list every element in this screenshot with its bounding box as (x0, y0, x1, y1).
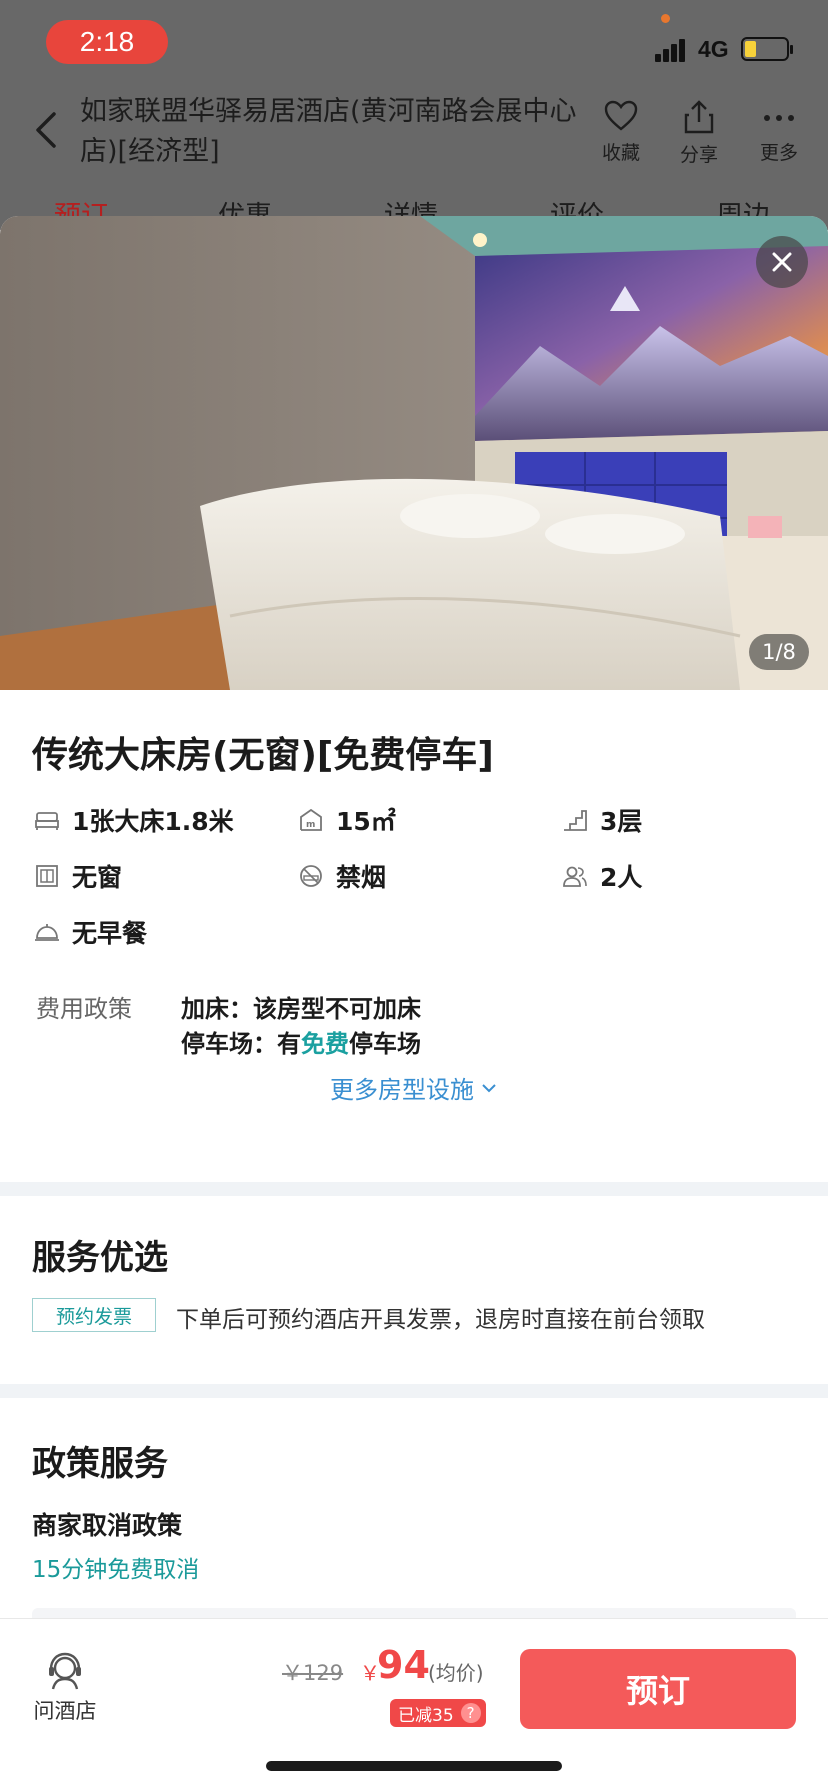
feature-floor-text: 3层 (600, 807, 643, 836)
cancel-policy-title: 商家取消政策 (32, 1511, 183, 1540)
bed-icon (35, 812, 59, 830)
invoice-description: 下单后可预约酒店开具发票，退房时直接在前台领取 (176, 1307, 705, 1333)
invoice-tag: 预约发票 (32, 1298, 156, 1332)
room-photo-image (0, 216, 828, 690)
status-time: 2:18 (46, 20, 168, 64)
heart-icon (604, 100, 638, 131)
average-label: (均价) (428, 1661, 484, 1685)
feature-area-text: 15㎡ (336, 807, 396, 836)
more-facilities-link[interactable]: 更多房型设施 (0, 1070, 828, 1105)
dish-icon (35, 924, 59, 941)
hotel-header: 如家联盟华驿易居酒店(黄河南路会展中心店)[经济型] 收藏 分享 更多 (0, 86, 828, 186)
recording-dot (661, 14, 670, 23)
home-indicator (266, 1761, 562, 1771)
booking-bar: 问酒店 ￥129 ￥ 94 (均价) 已减35 ? 预订 (0, 1618, 828, 1792)
section-divider (0, 1182, 828, 1196)
hotel-title: 如家联盟华驿易居酒店(黄河南路会展中心店)[经济型] (80, 96, 577, 167)
policy-title: 政策服务 (32, 1444, 168, 1484)
policy-parking-prefix: 停车场：有 (181, 1030, 301, 1058)
policy-parking: 停车场：有免费停车场 (181, 1024, 421, 1059)
no-smoking-icon (300, 865, 322, 887)
policy-parking-suffix: 停车场 (349, 1030, 421, 1058)
discount-text: 已减35 (398, 1705, 454, 1726)
share-icon (684, 100, 714, 134)
signal-icon (655, 36, 691, 62)
section-divider (0, 1384, 828, 1398)
window-icon (36, 865, 58, 887)
feature-window: 无窗 (34, 858, 122, 894)
chevron-down-icon (482, 1083, 496, 1092)
close-button[interactable] (756, 236, 808, 288)
battery-icon (741, 37, 793, 61)
room-detail-sheet: 1/8 传统大床房(无窗)[免费停车] 1张大床1.8米 m 15㎡ 3层 无窗 (0, 216, 828, 1792)
network-type: 4G (698, 36, 729, 62)
favorite-label: 收藏 (601, 142, 640, 164)
share-label: 分享 (679, 144, 718, 166)
feature-bed: 1张大床1.8米 (34, 802, 234, 838)
ask-hotel-button[interactable]: 问酒店 (28, 1651, 102, 1725)
customer-service-icon (49, 1652, 81, 1690)
stairs-icon (564, 810, 587, 831)
feature-breakfast: 无早餐 (34, 914, 147, 950)
photo-counter: 1/8 (749, 634, 809, 670)
share-button[interactable]: 分享 (664, 100, 734, 167)
original-price: ￥129 (282, 1661, 344, 1685)
free-cancel-link[interactable]: 15分钟免费取消 (32, 1550, 199, 1584)
svg-text:m: m (306, 820, 315, 830)
feature-guests: 2人 (562, 858, 642, 894)
favorite-button[interactable]: 收藏 (586, 100, 656, 165)
current-price: 94 (377, 1643, 430, 1687)
more-button[interactable]: 更多 (744, 100, 814, 165)
feature-smoking-text: 禁烟 (336, 863, 387, 892)
close-icon (772, 252, 792, 272)
background-page: 2:18 4G 如家联盟华驿易居酒店(黄河南路会展中心店)[经济型] 收藏 分享… (0, 0, 828, 230)
feature-breakfast-text: 无早餐 (72, 919, 148, 948)
more-label: 更多 (759, 142, 798, 164)
guests-icon (563, 866, 587, 887)
room-photo[interactable]: 1/8 (0, 216, 828, 690)
feature-guests-text: 2人 (600, 863, 643, 892)
ask-hotel-label: 问酒店 (33, 1699, 97, 1723)
policy-parking-free: 免费 (301, 1030, 349, 1058)
more-icon (764, 115, 794, 121)
back-arrow-icon[interactable] (32, 108, 62, 152)
area-icon: m (300, 808, 322, 831)
discount-badge[interactable]: 已减35 ? (390, 1699, 486, 1727)
fee-policy-label: 费用政策 (36, 995, 132, 1023)
feature-smoking: 禁烟 (298, 858, 386, 894)
feature-window-text: 无窗 (72, 863, 123, 892)
price-info: ￥129 ￥ 94 (均价) 已减35 ? (280, 1643, 500, 1727)
feature-bed-text: 1张大床1.8米 (72, 807, 234, 836)
services-title: 服务优选 (32, 1238, 168, 1278)
room-name: 传统大床房(无窗)[免费停车] (32, 735, 494, 776)
policy-extra-bed: 加床：该房型不可加床 (181, 995, 421, 1023)
status-bar: 2:18 4G (0, 0, 828, 86)
more-facilities-label: 更多房型设施 (330, 1076, 474, 1104)
book-button[interactable]: 预订 (520, 1649, 796, 1729)
help-icon: ? (460, 1703, 481, 1723)
feature-area: m 15㎡ (298, 802, 396, 838)
feature-floor: 3层 (562, 802, 642, 838)
